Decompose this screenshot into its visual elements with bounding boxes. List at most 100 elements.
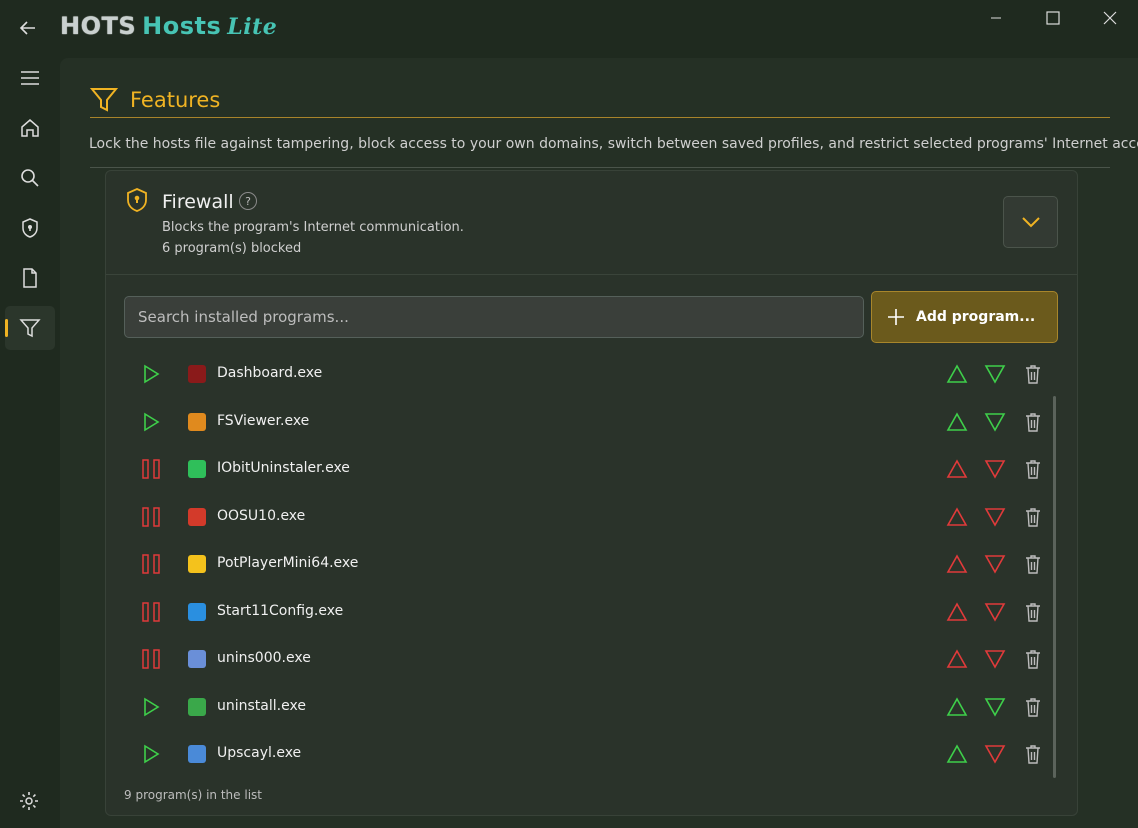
toggle-block-button[interactable] xyxy=(136,644,166,674)
triangle-up-icon xyxy=(946,696,968,716)
scrollbar[interactable] xyxy=(1053,396,1056,778)
pause-icon xyxy=(142,459,160,479)
program-name: uninstall.exe xyxy=(217,697,306,714)
divider xyxy=(90,167,1110,168)
move-down-button[interactable] xyxy=(982,694,1008,720)
program-name: Dashboard.exe xyxy=(217,365,323,381)
toggle-block-button[interactable] xyxy=(136,597,166,627)
filter-icon xyxy=(19,319,41,338)
delete-button[interactable] xyxy=(1020,361,1046,387)
hamburger-icon xyxy=(21,71,39,85)
triangle-down-icon xyxy=(984,507,1006,527)
move-down-button[interactable] xyxy=(982,504,1008,530)
sidebar-item-home[interactable] xyxy=(5,106,55,150)
toggle-block-button[interactable] xyxy=(136,454,166,484)
add-program-button[interactable]: Add program... xyxy=(871,291,1058,343)
move-up-button[interactable] xyxy=(944,694,970,720)
logo-lite: Lite xyxy=(227,14,278,40)
trash-icon xyxy=(1026,412,1040,432)
move-up-button[interactable] xyxy=(944,361,970,387)
settings-button[interactable] xyxy=(14,786,44,816)
gear-icon xyxy=(20,792,38,810)
app-icon xyxy=(188,507,206,526)
triangle-down-icon xyxy=(984,650,1006,669)
move-up-button[interactable] xyxy=(944,551,970,577)
delete-button[interactable] xyxy=(1020,599,1046,625)
trash-icon xyxy=(1026,365,1040,384)
program-name: unins000.exe xyxy=(217,650,311,666)
sidebar-item-menu[interactable] xyxy=(5,56,55,100)
move-down-button[interactable] xyxy=(982,361,1008,387)
delete-button[interactable] xyxy=(1020,741,1046,767)
delete-button[interactable] xyxy=(1020,551,1046,577)
maximize-icon xyxy=(1046,11,1060,25)
sidebar-item-document[interactable] xyxy=(5,256,55,300)
app-icon xyxy=(188,745,206,763)
sidebar xyxy=(0,56,58,828)
main-panel: Features Lock the hosts file against tam… xyxy=(60,58,1138,828)
arrow-left-icon xyxy=(19,21,35,35)
pause-icon xyxy=(142,601,160,622)
move-down-button[interactable] xyxy=(982,599,1008,625)
close-icon xyxy=(1103,11,1117,25)
move-up-button[interactable] xyxy=(944,741,970,767)
move-up-button[interactable] xyxy=(944,456,970,482)
close-button[interactable] xyxy=(1092,6,1128,30)
back-button[interactable] xyxy=(14,14,42,42)
move-down-button[interactable] xyxy=(982,456,1008,482)
toggle-allow-button[interactable] xyxy=(136,692,166,722)
triangle-down-icon xyxy=(984,555,1006,574)
collapse-button[interactable] xyxy=(1003,196,1058,248)
shield-icon xyxy=(22,218,38,238)
minimize-button[interactable] xyxy=(978,6,1014,30)
toggle-allow-button[interactable] xyxy=(136,359,166,389)
move-down-button[interactable] xyxy=(982,646,1008,672)
logo-hosts: Hosts xyxy=(142,12,222,40)
trash-icon xyxy=(1026,555,1040,574)
move-down-button[interactable] xyxy=(982,551,1008,577)
search-input[interactable] xyxy=(124,296,864,338)
page-header: Features xyxy=(90,86,1110,118)
help-icon[interactable]: ? xyxy=(239,192,257,210)
sidebar-item-features[interactable] xyxy=(5,306,55,350)
toggle-block-button[interactable] xyxy=(136,502,166,532)
delete-button[interactable] xyxy=(1020,456,1046,482)
toggle-allow-button[interactable] xyxy=(136,739,166,769)
program-row: FSViewer.exe xyxy=(106,399,1077,446)
home-icon xyxy=(21,119,39,137)
delete-button[interactable] xyxy=(1020,504,1046,530)
blocked-count: 6 program(s) blocked xyxy=(162,241,302,256)
toggle-block-button[interactable] xyxy=(136,549,166,579)
pause-icon xyxy=(142,649,160,669)
move-up-button[interactable] xyxy=(944,504,970,530)
move-up-button[interactable] xyxy=(944,409,970,435)
program-name: Upscayl.exe xyxy=(217,745,302,761)
list-count: 9 program(s) in the list xyxy=(124,788,262,802)
delete-button[interactable] xyxy=(1020,694,1046,720)
program-name: OOSU10.exe xyxy=(217,507,306,524)
move-up-button[interactable] xyxy=(944,599,970,625)
add-program-label: Add program... xyxy=(916,309,1036,325)
delete-button[interactable] xyxy=(1020,646,1046,672)
triangle-up-icon xyxy=(946,411,968,431)
triangle-down-icon xyxy=(984,460,1006,479)
maximize-button[interactable] xyxy=(1035,6,1071,30)
sidebar-item-search[interactable] xyxy=(5,156,55,200)
app-icon xyxy=(188,460,206,478)
move-up-button[interactable] xyxy=(944,646,970,672)
triangle-up-icon xyxy=(946,554,968,573)
program-row: unins000.exe xyxy=(106,636,1077,683)
triangle-up-icon xyxy=(946,649,968,668)
sidebar-item-protection[interactable] xyxy=(5,206,55,250)
move-down-button[interactable] xyxy=(982,741,1008,767)
filter-icon xyxy=(90,88,118,112)
delete-button[interactable] xyxy=(1020,409,1046,435)
page-description: Lock the hosts file against tampering, b… xyxy=(89,136,1138,152)
plus-icon xyxy=(888,309,904,325)
triangle-up-icon xyxy=(946,459,968,478)
move-down-button[interactable] xyxy=(982,409,1008,435)
toggle-allow-button[interactable] xyxy=(136,407,166,437)
program-name: PotPlayerMini64.exe xyxy=(217,555,359,571)
program-row: OOSU10.exe xyxy=(106,494,1077,541)
app-icon xyxy=(188,602,206,621)
